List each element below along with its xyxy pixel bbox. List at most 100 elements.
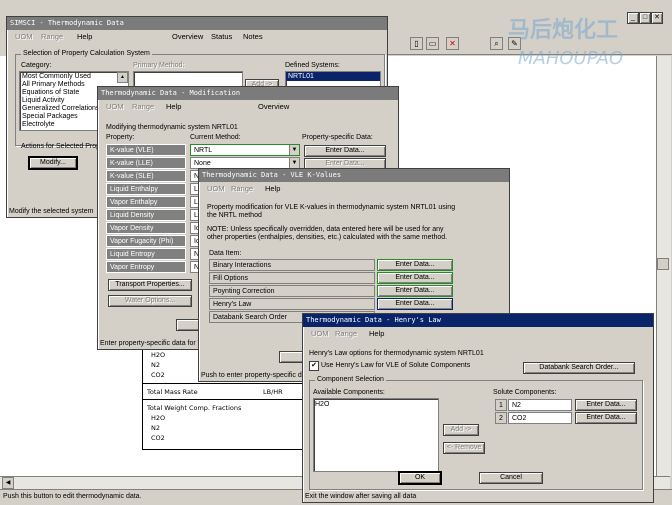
available-list[interactable]: H2O bbox=[313, 398, 439, 472]
defined-systems-label: Defined Systems: bbox=[285, 62, 340, 69]
property-cell: Vapor Density bbox=[106, 222, 186, 234]
transport-properties-button[interactable]: Transport Properties... bbox=[108, 279, 192, 291]
property-header: Property: bbox=[106, 134, 135, 141]
solute-label: Solute Components: bbox=[493, 389, 557, 396]
solute-index: 2 bbox=[495, 412, 507, 424]
group-caption: Selection of Property Calculation System bbox=[21, 49, 152, 59]
report-total-mass: Total Mass Rate bbox=[147, 388, 198, 396]
menu-help[interactable]: Help bbox=[77, 31, 92, 43]
report-row: H2O bbox=[151, 414, 166, 422]
menu-help[interactable]: Help bbox=[166, 101, 181, 113]
data-item-cell: Henry's Law bbox=[209, 298, 375, 310]
menu-help[interactable]: Help bbox=[369, 328, 384, 340]
menu-range[interactable]: Range bbox=[41, 31, 63, 43]
method-combo[interactable]: NRTL ▼ bbox=[190, 144, 300, 156]
menu-uom[interactable]: UOM bbox=[15, 31, 33, 43]
menu-range[interactable]: Range bbox=[231, 183, 253, 195]
enter-data-button[interactable]: Enter Data... bbox=[304, 145, 386, 157]
modify-button[interactable]: Modify... bbox=[28, 156, 78, 170]
menu-bar: UOM Range Help Overview bbox=[98, 101, 398, 113]
report-row: H2O bbox=[151, 351, 166, 359]
report-row: N2 bbox=[151, 424, 160, 432]
menu-bar: UOM Range Help bbox=[303, 328, 653, 340]
cancel-button[interactable]: Cancel bbox=[479, 472, 543, 484]
menu-range[interactable]: Range bbox=[335, 328, 357, 340]
report-row: CO2 bbox=[151, 434, 165, 442]
watermark-logo: 马后炮化工 MAHOUPAO bbox=[478, 6, 668, 76]
solute-name[interactable]: CO2 bbox=[508, 412, 572, 424]
menu-uom[interactable]: UOM bbox=[106, 101, 124, 113]
category-label: Category: bbox=[21, 62, 52, 69]
report-row: N2 bbox=[151, 361, 160, 369]
primary-method-label: Primary Method: bbox=[133, 62, 185, 69]
data-item-cell: Binary Interactions bbox=[209, 259, 375, 271]
scroll-left-arrow[interactable]: ◀ bbox=[2, 477, 14, 489]
report-row: CO2 bbox=[151, 371, 165, 379]
property-cell: Vapor Fugacity (Phi) bbox=[106, 235, 186, 247]
chevron-down-icon[interactable]: ▼ bbox=[289, 145, 299, 155]
modifying-text: Modifying thermodynamic system NRTL01 bbox=[106, 124, 238, 131]
enter-data-button[interactable]: Enter Data... bbox=[575, 412, 637, 424]
menu-status[interactable]: Status bbox=[211, 31, 232, 43]
enter-data-button[interactable]: Enter Data... bbox=[377, 298, 453, 310]
toolbar-icon-a[interactable]: ▯ bbox=[410, 37, 423, 50]
menu-overview[interactable]: Overview bbox=[258, 101, 289, 113]
actions-label: Actions for Selected Prop bbox=[21, 143, 100, 150]
scroll-up-icon[interactable]: ▲ bbox=[117, 72, 128, 83]
remove-component-button[interactable]: <- Remove bbox=[443, 442, 485, 454]
window-title: Thermodynamic Data - Henry's Law bbox=[303, 314, 653, 327]
menu-help[interactable]: Help bbox=[265, 183, 280, 195]
toolbar-icon-b[interactable]: ▭ bbox=[426, 37, 439, 50]
enter-data-button[interactable]: Enter Data... bbox=[377, 272, 453, 284]
note-line: other properties (enthalpies, densities,… bbox=[207, 234, 448, 241]
property-cell: K-value (VLE) bbox=[106, 144, 186, 156]
property-cell: Liquid Entropy bbox=[106, 248, 186, 260]
menu-uom[interactable]: UOM bbox=[207, 183, 225, 195]
menu-bar: UOM Range Help bbox=[199, 183, 509, 195]
group-caption: Component Selection bbox=[315, 375, 386, 385]
checkbox-label: Use Henry's Law for VLE of Solute Compon… bbox=[321, 362, 471, 369]
data-item-label: Data Item: bbox=[209, 250, 242, 257]
delete-icon[interactable]: ✕ bbox=[446, 37, 459, 50]
solute-grid: 1 N2 Enter Data... 2 CO2 Enter Data... bbox=[495, 399, 641, 429]
description-text: Henry's Law options for thermodynamic sy… bbox=[309, 350, 484, 357]
list-item[interactable]: Electrolyte bbox=[22, 120, 55, 129]
henry-checkbox[interactable]: ✔ bbox=[309, 361, 319, 371]
window-title: SIMSCI - Thermodynamic Data bbox=[7, 17, 387, 30]
property-cell: Liquid Density bbox=[106, 209, 186, 221]
enter-data-button[interactable]: Enter Data... bbox=[377, 259, 453, 271]
property-cell: Vapor Entropy bbox=[106, 261, 186, 273]
property-cell: K-value (LLE) bbox=[106, 157, 186, 169]
add-component-button[interactable]: Add -> bbox=[443, 424, 479, 436]
available-item[interactable]: H2O bbox=[315, 400, 329, 409]
data-item-cell: Fill Options bbox=[209, 272, 375, 284]
menu-uom[interactable]: UOM bbox=[311, 328, 329, 340]
status-bar: Exit the window after saving all data bbox=[305, 493, 417, 500]
henrys-law-window: Thermodynamic Data - Henry's Law UOM Ran… bbox=[302, 313, 654, 503]
solute-index: 1 bbox=[495, 399, 507, 411]
databank-search-order-button[interactable]: Databank Search Order... bbox=[523, 362, 635, 374]
property-grid: K-value (VLE) K-value (LLE) K-value (SLE… bbox=[106, 144, 186, 274]
chevron-down-icon[interactable]: ▼ bbox=[289, 158, 299, 168]
enter-data-button[interactable]: Enter Data... bbox=[377, 285, 453, 297]
water-options-button[interactable]: Water Options... bbox=[108, 295, 192, 307]
enter-data-button[interactable]: Enter Data... bbox=[575, 399, 637, 411]
report-unit: LB/HR bbox=[263, 388, 283, 396]
menu-notes[interactable]: Notes bbox=[243, 31, 263, 43]
available-label: Available Components: bbox=[313, 389, 385, 396]
defined-system-item[interactable]: NRTL01 bbox=[286, 72, 380, 81]
report-weight-frac: Total Weight Comp. Fractions bbox=[147, 404, 242, 412]
window-title: Thermodynamic Data - VLE K-Values bbox=[199, 169, 509, 182]
menu-range[interactable]: Range bbox=[132, 101, 154, 113]
data-header: Property-specific Data: bbox=[302, 134, 373, 141]
scroll-thumb[interactable] bbox=[657, 258, 669, 270]
menu-overview[interactable]: Overview bbox=[172, 31, 203, 43]
solute-name[interactable]: N2 bbox=[508, 399, 572, 411]
method-header: Current Method: bbox=[190, 134, 241, 141]
menu-bar: UOM Range Help Overview Status Notes bbox=[7, 31, 387, 43]
description-line: the NRTL method bbox=[207, 212, 262, 219]
window-title: Thermodynamic Data - Modification bbox=[98, 87, 398, 100]
property-cell: K-value (SLE) bbox=[106, 170, 186, 182]
watermark-en: MAHOUPAO bbox=[518, 48, 624, 69]
ok-button[interactable]: OK bbox=[398, 471, 442, 485]
